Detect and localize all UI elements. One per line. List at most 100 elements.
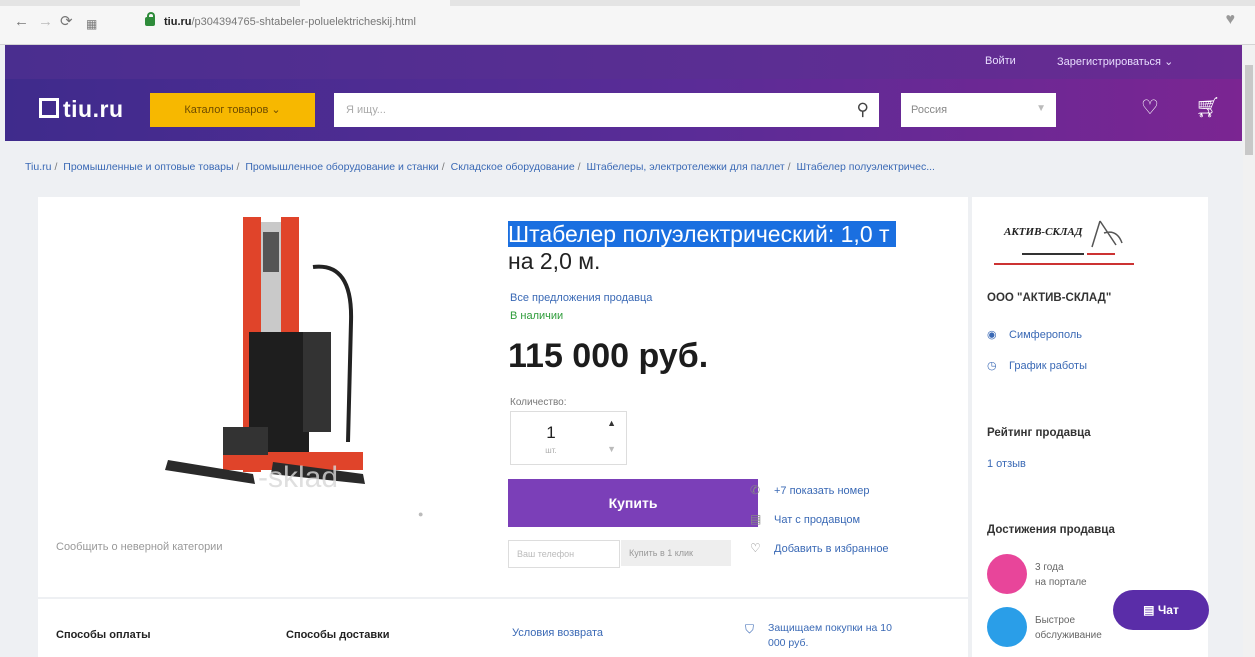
search-placeholder: Я ищу... — [346, 104, 386, 116]
breadcrumb-item[interactable]: Tiu.ru — [25, 161, 51, 173]
back-icon[interactable]: ← — [14, 14, 29, 30]
breadcrumb-item[interactable]: Штабелеры, электротележки для паллет — [587, 161, 785, 173]
scrollbar[interactable] — [1243, 45, 1255, 657]
all-offers-link[interactable]: Все предложения продавца — [510, 292, 652, 304]
breadcrumb-item[interactable]: Промышленные и оптовые товары — [63, 161, 233, 173]
ach1-line1: 3 года — [1035, 562, 1064, 573]
site-logo[interactable]: tiu.ru — [39, 96, 124, 123]
seller-panel: АКТИВ-СКЛАД ООО "АКТИВ-СКЛАД" ◉ Симферопо… — [972, 197, 1208, 657]
top-nav: Войти Зарегистрироваться ⌄ — [5, 45, 1242, 79]
phone-icon: ✆ — [750, 483, 761, 497]
schedule-link[interactable]: ◷ График работы — [987, 359, 1087, 372]
chat-label: Чат — [1157, 603, 1179, 617]
search-icon[interactable]: ⚲ — [857, 100, 869, 120]
chat-seller-link[interactable]: ▤ Чат с продавцом — [750, 512, 860, 526]
lock-icon — [145, 12, 155, 26]
heart-icon: ♡ — [750, 541, 761, 555]
achievement-years: 3 года на портале — [987, 554, 1187, 594]
reviews-link[interactable]: 1 отзыв — [987, 458, 1026, 470]
city-link[interactable]: ◉ Симферополь — [987, 328, 1082, 341]
tab-strip — [0, 0, 1255, 6]
svg-text:АКТИВ-СКЛАД: АКТИВ-СКЛАД — [1003, 226, 1083, 238]
one-click-label: Купить в 1 клик — [629, 548, 693, 558]
site-header: tiu.ru Каталог товаров ⌄ Я ищу... ⚲ Росс… — [5, 79, 1242, 141]
one-click-button[interactable]: Купить в 1 клик — [621, 540, 731, 566]
ach2-line2: обслуживание — [1035, 630, 1102, 641]
logo-square-icon — [39, 98, 59, 118]
breadcrumb-item[interactable]: Штабелер полуэлектричес... — [797, 161, 935, 173]
address-bar[interactable]: tiu.ru/p304394765-shtabeler-poluelektric… — [140, 12, 1220, 32]
chevron-down-icon: ⌄ — [271, 104, 281, 116]
rating-title: Рейтинг продавца — [987, 427, 1091, 439]
gallery-dot-icon[interactable]: ● — [418, 509, 423, 519]
product-image[interactable]: -sklad — [163, 212, 423, 502]
catalog-label: Каталог товаров — [184, 104, 269, 116]
url-path: /p304394765-shtabeler-poluelektricheskij… — [191, 16, 416, 28]
register-label: Зарегистрироваться — [1057, 56, 1162, 68]
shield-icon: ⛉ — [745, 622, 755, 636]
years-badge-icon — [987, 554, 1027, 594]
phone-field[interactable]: Ваш телефон — [508, 540, 620, 568]
title-rest: на 2,0 м. — [508, 248, 601, 274]
show-phone-label: +7 показать номер — [774, 485, 870, 497]
logo-text: tiu.ru — [63, 96, 124, 122]
chat-icon: ▤ — [750, 512, 762, 526]
payment-methods-title: Способы оплаты — [56, 629, 151, 641]
title-highlighted: Штабелер полуэлектрический: 1,0 т — [508, 221, 896, 247]
city-label: Симферополь — [1009, 329, 1083, 341]
seller-logo[interactable]: АКТИВ-СКЛАД — [992, 215, 1137, 270]
ach2-line1: Быстрое — [1035, 615, 1076, 626]
chat-seller-label: Чат с продавцом — [774, 514, 861, 526]
quantity-unit: шт. — [545, 446, 557, 455]
location-pin-icon: ◉ — [987, 329, 997, 341]
ach1-line2: на портале — [1035, 577, 1087, 588]
site-info-icon[interactable]: ▦ — [86, 16, 97, 32]
achievements-title: Достижения продавца — [987, 524, 1115, 536]
decrement-icon[interactable]: ▼ — [607, 444, 616, 454]
image-watermark: -sklad — [258, 461, 338, 494]
phone-placeholder: Ваш телефон — [517, 549, 575, 559]
breadcrumb-item[interactable]: Промышленное оборудование и станки — [245, 161, 438, 173]
clock-icon: ◷ — [987, 360, 997, 372]
return-policy-link[interactable]: Условия возврата — [512, 627, 603, 639]
add-favorites-label: Добавить в избранное — [774, 543, 889, 555]
chat-icon: ▤ — [1143, 603, 1155, 617]
chat-button[interactable]: ▤ Чат — [1113, 590, 1209, 630]
quantity-label: Количество: — [510, 397, 567, 408]
scrollbar-thumb[interactable] — [1245, 65, 1253, 155]
region-select[interactable]: Россия ▼ — [901, 93, 1056, 127]
chevron-down-icon: ⌄ — [1164, 56, 1174, 68]
protection-label: Защищаем покупки на 10 000 руб. — [768, 622, 892, 649]
browser-tab[interactable] — [300, 0, 450, 6]
favorites-heart-icon[interactable]: ♡ — [1141, 95, 1159, 120]
product-card: -sklad ● Сообщить о неверной категории Ш… — [38, 197, 968, 597]
search-input[interactable]: Я ищу... ⚲ — [334, 93, 879, 127]
bookmark-heart-icon[interactable]: ♥ — [1226, 11, 1236, 29]
stock-status: В наличии — [510, 310, 564, 322]
cart-icon[interactable]: 🛒︎ — [1195, 95, 1220, 120]
schedule-label: График работы — [1009, 360, 1087, 372]
reload-icon[interactable]: ⟳ — [60, 14, 73, 30]
buy-button[interactable]: Купить — [508, 479, 758, 527]
info-card: Способы оплаты Способы доставки Условия … — [38, 599, 968, 657]
breadcrumb: Tiu.ru / Промышленные и оптовые товары / П… — [25, 161, 935, 173]
url-host: tiu.ru — [164, 16, 192, 28]
increment-icon[interactable]: ▲ — [607, 418, 616, 428]
register-link[interactable]: Зарегистрироваться ⌄ — [1057, 55, 1173, 68]
show-phone-link[interactable]: ✆ +7 показать номер — [750, 483, 869, 497]
forward-icon[interactable]: → — [38, 14, 53, 30]
quantity-value[interactable]: 1 — [511, 423, 591, 443]
chevron-down-icon: ▼ — [1036, 103, 1046, 114]
breadcrumb-item[interactable]: Складское оборудование — [451, 161, 575, 173]
add-favorites-link[interactable]: ♡ Добавить в избранное — [750, 541, 889, 555]
lightning-badge-icon — [987, 607, 1027, 647]
seller-name[interactable]: ООО "АКТИВ-СКЛАД" — [987, 292, 1111, 304]
product-title: Штабелер полуэлектрический: 1,0 т на 2,0… — [508, 221, 938, 275]
login-link[interactable]: Войти — [985, 55, 1016, 67]
quantity-stepper[interactable]: 1 шт. ▲ ▼ — [510, 411, 627, 465]
report-category-link[interactable]: Сообщить о неверной категории — [56, 541, 222, 553]
delivery-methods-title: Способы доставки — [286, 629, 390, 641]
catalog-button[interactable]: Каталог товаров ⌄ — [150, 93, 315, 127]
browser-toolbar: ← → ⟳ ▦ tiu.ru/p304394765-shtabeler-polu… — [0, 0, 1255, 45]
product-price: 115 000 руб. — [508, 337, 709, 375]
